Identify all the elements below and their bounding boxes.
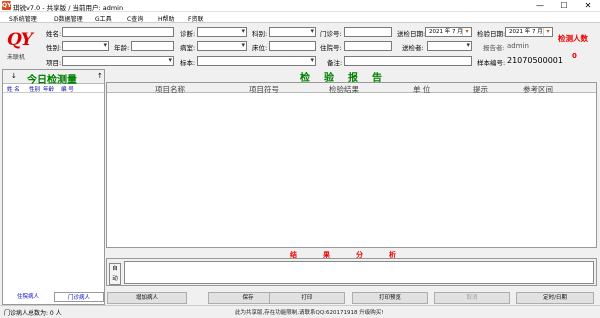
test-date-label: 检验日期: — [477, 30, 506, 38]
send-date-label: 送检日期: — [397, 30, 426, 38]
menu-link[interactable]: F资联 — [188, 14, 203, 23]
today-list-panel: ↓ 今日检测量 ↑ 姓 名 性别 年龄 编 号 — [2, 69, 105, 305]
dept-label: 科别: — [252, 30, 268, 38]
menu-query[interactable]: C查询 — [127, 14, 143, 23]
logo-mark: QY — [7, 30, 33, 50]
tab-inpatient[interactable]: 住院病人 — [4, 292, 52, 302]
auto-button[interactable]: 自动 — [109, 263, 121, 285]
col-result[interactable]: 检验结果 — [329, 84, 359, 95]
print-preview-button[interactable]: 打印预览 — [352, 292, 428, 304]
diagnosis-label: 诊断: — [180, 30, 196, 38]
remark-label: 备注: — [327, 59, 343, 67]
test-date-value: 2021 年 7 月 — [509, 29, 543, 35]
window-title: 琪锐v7.0 - 共享版 / 当前用户: admin — [13, 4, 124, 12]
send-date-value: 2021 年 7 月 — [429, 29, 463, 35]
shareware-notice: 此为共享版,存在功能限制,请联系QQ:620171918 升级购买! — [235, 310, 384, 316]
col-hint[interactable]: 提示 — [473, 84, 488, 95]
chevron-down-icon[interactable]: ▾ — [462, 28, 471, 36]
col-gender[interactable]: 性别 — [29, 85, 40, 93]
outpatient-label: 门诊号: — [320, 30, 342, 38]
diagnosis-select[interactable] — [197, 27, 247, 37]
today-list-header: ↓ 今日检测量 ↑ — [3, 70, 104, 86]
app-icon: QY — [2, 1, 12, 10]
results-grid[interactable]: 项目名称 项目符号 检验结果 单 位 提示 参考区间 — [106, 82, 597, 248]
minimize-button[interactable]: — — [528, 0, 552, 12]
menu-bar: S系统管理 D数据管理 G工具 C查询 H帮助 F资联 — [0, 12, 600, 23]
test-count-value: 0 — [572, 52, 577, 60]
sample-no-value: 21070500001 — [507, 56, 563, 65]
analysis-textarea[interactable] — [124, 261, 594, 284]
cancel-button[interactable]: 取消 — [434, 292, 510, 304]
outpatient-input[interactable] — [344, 27, 392, 37]
test-date-picker[interactable]: 2021 年 7 月 ▾ — [505, 27, 553, 37]
results-grid-header: 项目名称 项目符号 检验结果 单 位 提示 参考区间 — [107, 83, 596, 95]
reporter-label: 报告者: — [483, 44, 505, 52]
analysis-panel: 自动 — [106, 258, 597, 286]
reporter-value: admin — [507, 42, 529, 50]
bed-label: 床位: — [252, 44, 268, 52]
menu-tools[interactable]: G工具 — [95, 14, 112, 23]
connection-status: 未联机 — [7, 54, 26, 61]
sender-label: 送检者: — [402, 44, 424, 52]
col-item-name[interactable]: 项目名称 — [155, 84, 185, 95]
bed-input[interactable] — [269, 41, 316, 51]
sample-no-label: 样本编号: — [477, 59, 506, 67]
age-label: 年龄: — [114, 44, 130, 52]
dept-select[interactable] — [269, 27, 316, 37]
specimen-select[interactable] — [197, 56, 316, 66]
timer-date-button[interactable]: 定时/日期 — [516, 292, 594, 304]
sort-up-icon[interactable]: ↑ — [97, 72, 103, 80]
tab-outpatient[interactable]: 门诊病人 — [54, 292, 104, 302]
status-bar: 门诊病人总数为: 0 人 此为共享版,存在功能限制,请联系QQ:62017191… — [0, 305, 600, 318]
col-age[interactable]: 年龄 — [43, 85, 54, 93]
title-bar: QY 琪锐v7.0 - 共享版 / 当前用户: admin — ☐ ✕ — [0, 0, 600, 12]
print-button[interactable]: 打印 — [269, 292, 345, 304]
menu-data[interactable]: D数据管理 — [54, 14, 83, 23]
add-patient-button[interactable]: 增加病人 — [107, 292, 187, 304]
logo: QY 未联机 — [5, 30, 33, 61]
name-label: 姓名: — [46, 30, 62, 38]
sender-select[interactable] — [427, 41, 472, 51]
col-number[interactable]: 编 号 — [61, 85, 74, 93]
item-select[interactable] — [62, 56, 174, 66]
sort-down-icon[interactable]: ↓ — [11, 72, 17, 80]
col-name[interactable]: 姓 名 — [7, 85, 20, 93]
today-list-columns: 姓 名 性别 年龄 编 号 — [3, 84, 104, 93]
ward-select[interactable] — [197, 41, 247, 51]
send-date-picker[interactable]: 2021 年 7 月 ▾ — [425, 27, 472, 37]
remark-input[interactable] — [344, 56, 472, 66]
age-input[interactable] — [131, 41, 174, 51]
item-label: 项目: — [46, 59, 62, 67]
col-unit[interactable]: 单 位 — [413, 84, 430, 95]
inpatient-input[interactable] — [344, 41, 392, 51]
gender-label: 性别: — [46, 44, 62, 52]
outpatient-total: 门诊病人总数为: 0 人 — [4, 310, 62, 317]
menu-help[interactable]: H帮助 — [158, 14, 175, 23]
chevron-down-icon[interactable]: ▾ — [543, 28, 552, 36]
col-reference[interactable]: 参考区间 — [523, 84, 553, 95]
ward-label: 病室: — [180, 44, 196, 52]
gender-select[interactable] — [62, 41, 109, 51]
maximize-button[interactable]: ☐ — [552, 0, 576, 12]
test-count-title: 检测人数 — [558, 34, 588, 43]
inpatient-label: 住院号: — [320, 44, 342, 52]
close-button[interactable]: ✕ — [576, 0, 600, 12]
menu-system[interactable]: S系统管理 — [9, 14, 37, 23]
name-input[interactable] — [62, 27, 174, 37]
specimen-label: 标本: — [180, 59, 196, 67]
col-item-symbol[interactable]: 项目符号 — [249, 84, 279, 95]
